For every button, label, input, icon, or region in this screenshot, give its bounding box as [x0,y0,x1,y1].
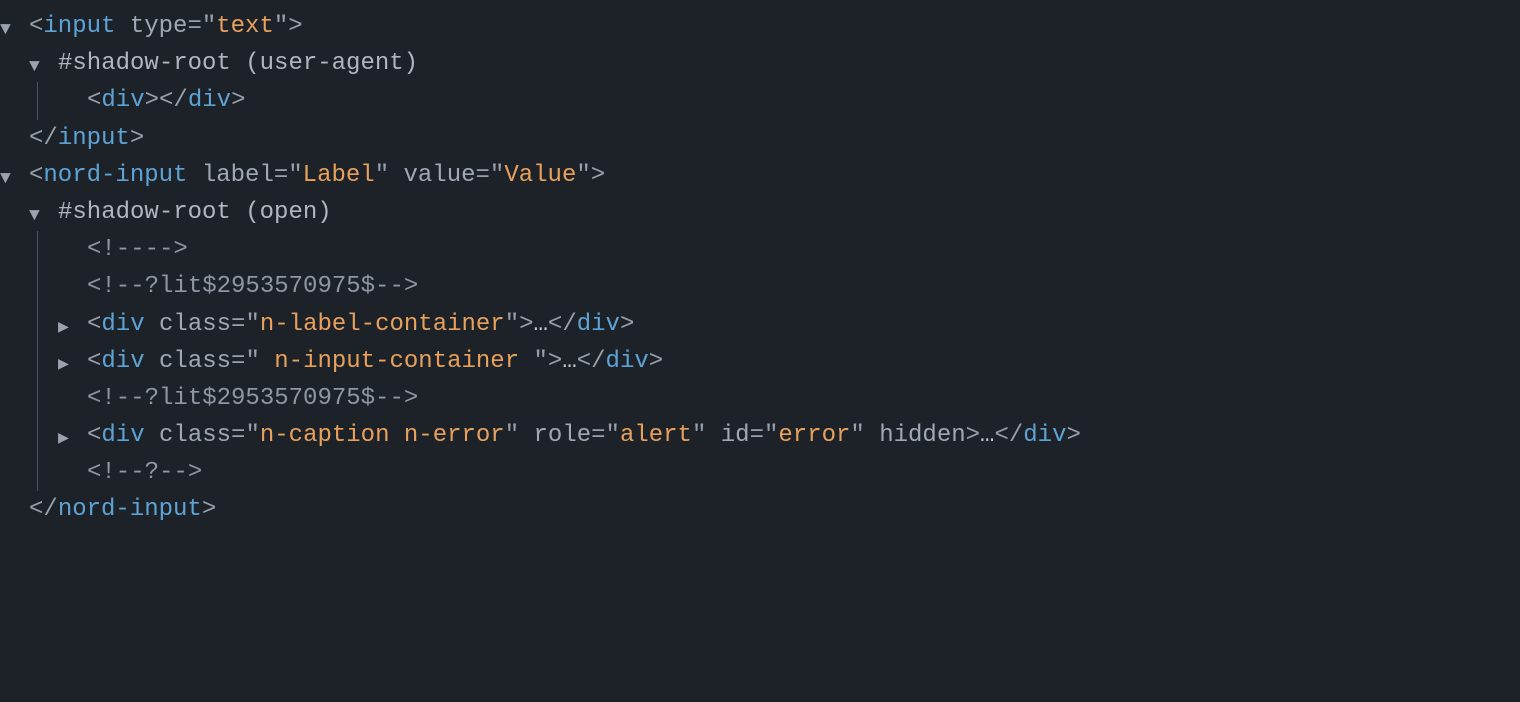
disclosure-triangle-down-icon[interactable] [29,200,58,225]
code-text: <div class="n-label-container">…</div> [87,306,634,343]
dom-comment-node[interactable]: <!----> [0,231,1520,268]
shadow-root-label: #shadow-root (user-agent) [58,45,418,82]
code-text: <div class=" n-input-container ">…</div> [87,343,663,380]
tree-guide-line [29,380,58,417]
dom-shadow-root-user-agent[interactable]: #shadow-root (user-agent) [0,45,1520,82]
dom-node-div-label-container[interactable]: <div class="n-label-container">…</div> [0,306,1520,343]
code-text: </nord-input> [29,491,216,528]
dom-node-input-open[interactable]: <input type="text"> [0,8,1520,45]
tree-guide-line [29,343,58,380]
dom-node-input-close[interactable]: </input> [0,120,1520,157]
tree-guide-line [29,306,58,343]
disclosure-triangle-down-icon[interactable] [29,51,58,76]
disclosure-triangle-down-icon[interactable] [0,14,29,39]
tree-guide-line [29,454,58,491]
code-text: <input type="text"> [29,8,303,45]
disclosure-triangle-down-icon[interactable] [0,163,29,188]
tree-guide-line [29,417,58,454]
tree-guide-line [29,231,58,268]
dom-comment-node[interactable]: <!--?lit$2953570975$--> [0,380,1520,417]
disclosure-triangle-right-icon[interactable] [58,312,87,337]
comment-text: <!--?lit$2953570975$--> [87,268,418,305]
dom-comment-node[interactable]: <!--?lit$2953570975$--> [0,268,1520,305]
comment-text: <!----> [87,231,188,268]
code-text: <div></div> [87,82,245,119]
dom-node-div-input-container[interactable]: <div class=" n-input-container ">…</div> [0,343,1520,380]
tree-guide-line [29,82,58,119]
dom-shadow-root-open[interactable]: #shadow-root (open) [0,194,1520,231]
disclosure-triangle-right-icon[interactable] [58,349,87,374]
comment-text: <!--?lit$2953570975$--> [87,380,418,417]
code-text: </input> [29,120,144,157]
disclosure-triangle-right-icon[interactable] [58,423,87,448]
dom-node-div-empty[interactable]: <div></div> [0,82,1520,119]
code-text: <div class="n-caption n-error" role="ale… [87,417,1081,454]
tree-guide-line [29,268,58,305]
dom-comment-node[interactable]: <!--?--> [0,454,1520,491]
shadow-root-label: #shadow-root (open) [58,194,332,231]
comment-text: <!--?--> [87,454,202,491]
dom-node-nord-input-open[interactable]: <nord-input label="Label" value="Value"> [0,157,1520,194]
code-text: <nord-input label="Label" value="Value"> [29,157,605,194]
dom-node-div-caption-error[interactable]: <div class="n-caption n-error" role="ale… [0,417,1520,454]
dom-node-nord-input-close[interactable]: </nord-input> [0,491,1520,528]
